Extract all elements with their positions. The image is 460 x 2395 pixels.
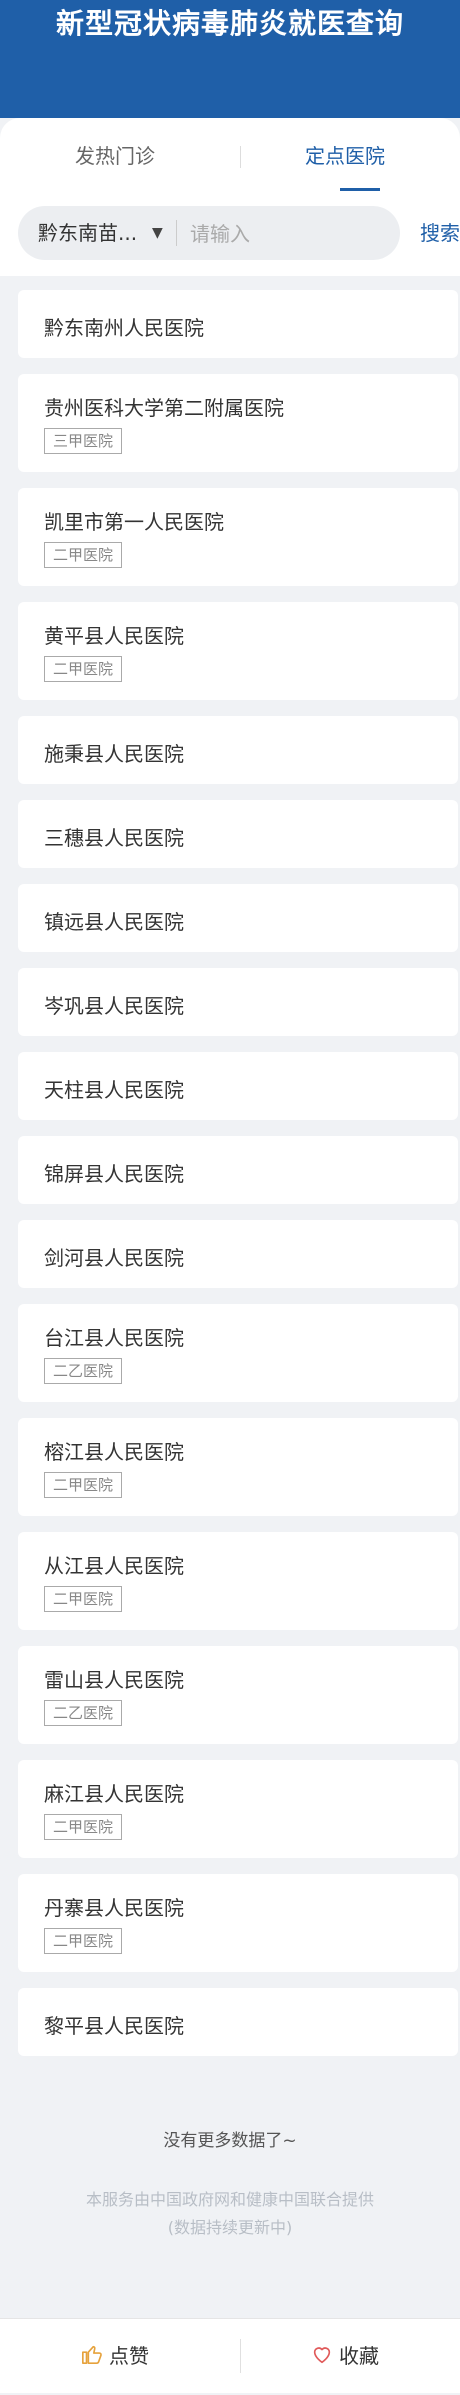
hospital-name: 榕江县人民医院: [44, 1440, 184, 1464]
search-button[interactable]: 搜索: [420, 206, 460, 260]
hospital-level-badge: 二甲医院: [44, 1586, 123, 1612]
hospital-name: 雷山县人民医院: [44, 1668, 184, 1692]
hospital-card[interactable]: 天柱县人民医院: [18, 1052, 458, 1120]
footer-line-1: 本服务由中国政府网和健康中国联合提供: [85, 2190, 374, 2209]
footer-line-2: (数据持续更新中): [167, 2218, 293, 2237]
hospital-card[interactable]: 麻江县人民医院 二甲医院: [18, 1760, 458, 1858]
tab-fever-clinic[interactable]: 发热门诊: [0, 118, 230, 194]
hospital-card[interactable]: 施秉县人民医院: [18, 716, 458, 784]
page-title: 新型冠状病毒肺炎就医查询: [55, 7, 404, 40]
hospital-name: 锦屏县人民医院: [44, 1162, 184, 1186]
like-button[interactable]: 点赞: [0, 2319, 230, 2393]
caret-down-icon[interactable]: ▼: [152, 206, 163, 260]
hospital-name: 凯里市第一人民医院: [44, 510, 224, 534]
hospital-name: 岑巩县人民医院: [44, 994, 184, 1018]
heart-icon: [311, 2321, 333, 2395]
hospital-name: 麻江县人民医院: [44, 1782, 184, 1806]
tab-bar: 发热门诊 定点医院: [0, 118, 460, 194]
favorite-button[interactable]: 收藏: [230, 2319, 460, 2393]
hospital-card[interactable]: 岑巩县人民医院: [18, 968, 458, 1036]
hospital-level-badge: 二乙医院: [44, 1358, 123, 1384]
hospital-level-badge: 二甲医院: [44, 1814, 123, 1840]
active-tab-indicator: [340, 188, 380, 191]
region-select[interactable]: 黔东南苗...: [38, 206, 137, 260]
no-more-data: 没有更多数据了~: [163, 2131, 297, 2151]
hospital-name: 天柱县人民医院: [44, 1078, 184, 1102]
hospital-card[interactable]: 丹寨县人民医院 二甲医院: [18, 1874, 458, 1972]
hospital-level-badge: 二甲医院: [44, 542, 123, 568]
search-divider: [176, 220, 177, 246]
like-label: 点赞: [109, 2344, 149, 2368]
hospital-name: 丹寨县人民医院: [44, 1896, 184, 1920]
hospital-name: 黎平县人民医院: [44, 2014, 184, 2038]
hospital-card[interactable]: 凯里市第一人民医院 二甲医院: [18, 488, 458, 586]
hospital-level-badge: 三甲医院: [44, 428, 123, 454]
hospital-name: 黔东南州人民医院: [44, 316, 204, 340]
hospital-level-badge: 二甲医院: [44, 1472, 123, 1498]
hospital-card[interactable]: 黔东南州人民医院: [18, 290, 458, 358]
hospital-name: 三穗县人民医院: [44, 826, 184, 850]
hospital-card[interactable]: 黄平县人民医院 二甲医院: [18, 602, 458, 700]
hospital-level-badge: 二甲医院: [44, 656, 123, 682]
hospital-card[interactable]: 台江县人民医院 二乙医院: [18, 1304, 458, 1402]
hospital-card[interactable]: 从江县人民医院 二甲医院: [18, 1532, 458, 1630]
hospital-name: 施秉县人民医院: [44, 742, 184, 766]
favorite-label: 收藏: [339, 2344, 379, 2368]
hospital-level-badge: 二乙医院: [44, 1700, 123, 1726]
hospital-card[interactable]: 剑河县人民医院: [18, 1220, 458, 1288]
hospital-card[interactable]: 雷山县人民医院 二乙医院: [18, 1646, 458, 1744]
thumbs-up-icon: [81, 2321, 103, 2395]
hospital-card[interactable]: 锦屏县人民医院: [18, 1136, 458, 1204]
search-bar: 黔东南苗... ▼ 搜索: [0, 194, 460, 276]
hospital-name: 镇远县人民医院: [44, 910, 184, 934]
tab-designated-hospital[interactable]: 定点医院: [230, 118, 460, 194]
hospital-name: 黄平县人民医院: [44, 624, 184, 648]
hospital-card[interactable]: 黎平县人民医院: [18, 1988, 458, 2056]
hospital-card[interactable]: 榕江县人民医院 二甲医院: [18, 1418, 458, 1516]
hospital-level-badge: 二甲医院: [44, 1928, 123, 1954]
hospital-name: 贵州医科大学第二附属医院: [44, 396, 284, 420]
hospital-name: 台江县人民医院: [44, 1326, 184, 1350]
search-input[interactable]: [188, 214, 382, 254]
hospital-name: 剑河县人民医院: [44, 1246, 184, 1270]
search-box: 黔东南苗... ▼: [18, 206, 400, 260]
footer-note: 本服务由中国政府网和健康中国联合提供 (数据持续更新中): [0, 2186, 460, 2242]
hospital-card[interactable]: 三穗县人民医院: [18, 800, 458, 868]
bottom-action-bar: 点赞 收藏: [0, 2318, 460, 2393]
hospital-name: 从江县人民医院: [44, 1554, 184, 1578]
app-header: 新型冠状病毒肺炎就医查询: [0, 0, 460, 118]
hospital-card[interactable]: 贵州医科大学第二附属医院 三甲医院: [18, 374, 458, 472]
hospital-card[interactable]: 镇远县人民医院: [18, 884, 458, 952]
